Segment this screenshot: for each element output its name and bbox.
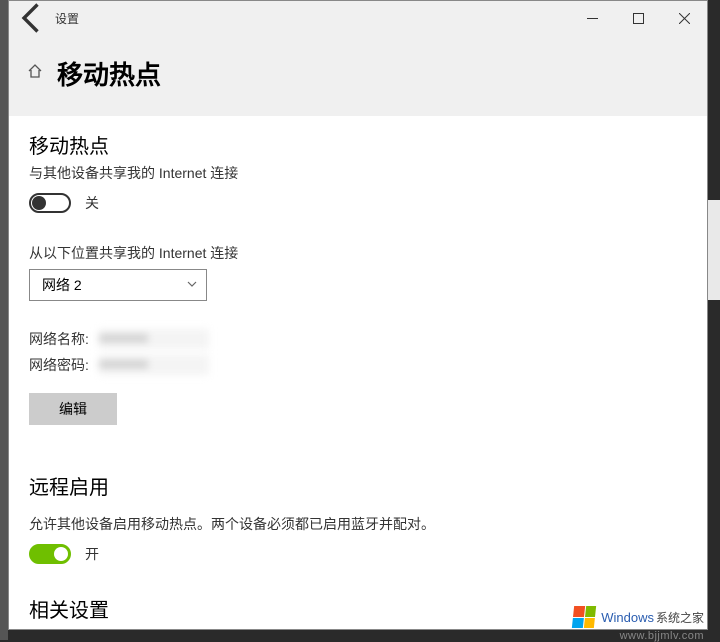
share-from-label: 从以下位置共享我的 Internet 连接 <box>29 243 687 263</box>
back-button[interactable] <box>15 1 51 35</box>
hotspot-toggle[interactable] <box>29 193 71 213</box>
watermark: Windows 系统之家 <box>573 606 704 628</box>
content-area: 移动热点 与其他设备共享我的 Internet 连接 关 从以下位置共享我的 I… <box>9 116 707 629</box>
hotspot-section-title: 移动热点 <box>29 130 687 159</box>
maximize-button[interactable] <box>615 1 661 35</box>
chevron-down-icon <box>186 278 198 293</box>
network-name-value: xxxxxxx <box>99 329 209 349</box>
settings-window: 设置 移动热点 移动热点 与其他设备共享我的 Internet 连接 关 从以下… <box>8 0 708 630</box>
watermark-suffix: 系统之家 <box>656 609 704 626</box>
remote-section-title: 远程启用 <box>29 471 687 500</box>
close-button[interactable] <box>661 1 707 35</box>
hotspot-toggle-state: 关 <box>85 193 99 213</box>
remote-desc: 允许其他设备启用移动热点。两个设备必须都已启用蓝牙并配对。 <box>29 514 687 534</box>
titlebar: 设置 <box>9 1 707 35</box>
remote-toggle[interactable] <box>29 544 71 564</box>
home-icon[interactable] <box>27 63 43 84</box>
share-from-selected: 网络 2 <box>42 275 82 295</box>
remote-toggle-state: 开 <box>85 544 99 564</box>
windows-logo-icon <box>572 606 596 628</box>
minimize-button[interactable] <box>569 1 615 35</box>
page-header: 移动热点 <box>9 35 707 116</box>
page-title: 移动热点 <box>57 55 161 92</box>
watermark-url: www.bjjmlv.com <box>620 630 704 642</box>
hotspot-share-label: 与其他设备共享我的 Internet 连接 <box>29 163 687 183</box>
right-edge-strip <box>708 200 720 300</box>
edit-button[interactable]: 编辑 <box>29 393 117 425</box>
share-from-select[interactable]: 网络 2 <box>29 269 207 301</box>
watermark-brand: Windows <box>601 610 654 625</box>
window-title: 设置 <box>55 10 79 27</box>
network-password-value: xxxxxxx <box>99 355 209 375</box>
network-name-label: 网络名称: <box>29 329 99 349</box>
network-password-label: 网络密码: <box>29 355 99 375</box>
